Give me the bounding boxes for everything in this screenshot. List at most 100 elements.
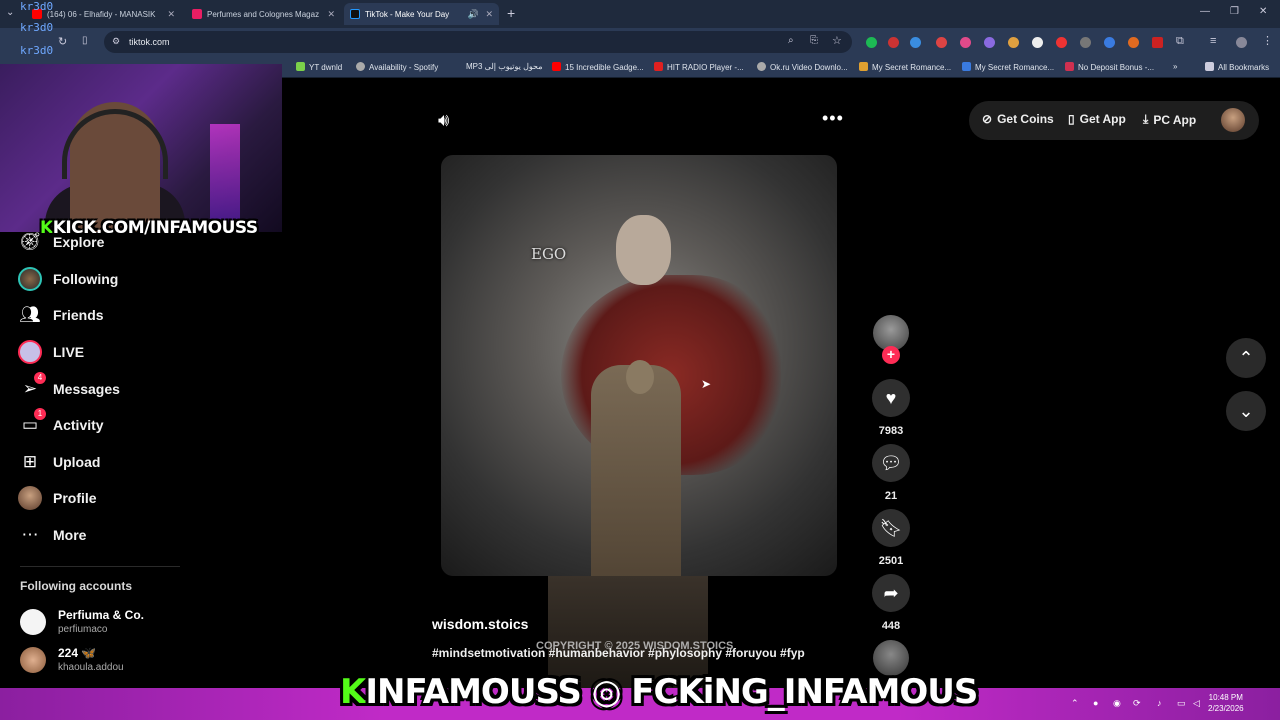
rgb-light — [210, 124, 240, 224]
microphone-icon[interactable]: ♪ — [1157, 698, 1162, 708]
heart-icon: ♥ — [872, 379, 910, 417]
network-icon[interactable]: ▭ — [1177, 698, 1186, 709]
extension-icon[interactable] — [1056, 37, 1067, 48]
tray-chevron-icon[interactable]: ⌃ — [1071, 698, 1079, 709]
extension-icon[interactable] — [888, 37, 899, 48]
phone-icon: ▯ — [1068, 112, 1075, 126]
tray-app-icon[interactable]: ⟳ — [1133, 698, 1141, 709]
tab-label: (164) 06 - Elhafidy - MANASIK — [47, 9, 156, 19]
header-profile-avatar[interactable] — [1221, 108, 1245, 132]
url-text[interactable]: tiktok.com — [129, 37, 170, 47]
sidebar-toggle-icon[interactable]: ▯ — [82, 35, 88, 46]
bookmark-item[interactable]: HIT RADIO Player -... — [654, 62, 744, 72]
extension-icon[interactable] — [1152, 37, 1163, 48]
bookmark-item[interactable]: Availability - Spotify — [356, 62, 438, 72]
sidebar-item-explore[interactable]: 🧭︎ Explore — [16, 228, 104, 256]
discord-icon[interactable]: ◉ — [1113, 698, 1121, 709]
globe-icon — [757, 62, 766, 71]
bookmark-item[interactable]: No Deposit Bonus -... — [1065, 62, 1154, 72]
pc-app-label: PC App — [1153, 112, 1197, 127]
reload-icon[interactable]: ↻ — [58, 35, 67, 48]
extension-icon[interactable] — [1008, 37, 1019, 48]
extension-icon[interactable] — [960, 37, 971, 48]
extension-icon[interactable] — [1032, 37, 1043, 48]
reading-list-icon[interactable]: ≡ — [1210, 35, 1216, 47]
extensions-puzzle-icon[interactable]: ⧉ — [1176, 35, 1184, 48]
youtube-icon — [552, 62, 561, 71]
volume-tray-icon[interactable]: ◁ — [1193, 698, 1200, 709]
profile-avatar-icon[interactable] — [1236, 37, 1247, 48]
extension-icon[interactable] — [936, 37, 947, 48]
maximize-icon[interactable]: ❐ — [1230, 6, 1239, 17]
bookmark-item[interactable]: MP3 محول يوتيوب إلى — [466, 62, 543, 71]
bookmark-item[interactable]: YT dwnld — [296, 62, 342, 72]
perfume-favicon-icon — [192, 9, 202, 19]
all-bookmarks[interactable]: All Bookmarks — [1205, 62, 1269, 72]
following-account-item[interactable]: Perfiuma & Co. perfiumaco — [20, 608, 144, 635]
extension-icon[interactable] — [1128, 37, 1139, 48]
menu-kebab-icon[interactable]: ⋮ — [1262, 34, 1273, 47]
sidebar-item-upload[interactable]: ⊞ Upload — [16, 448, 101, 476]
kr3d0-text: kr3d0 — [20, 21, 54, 34]
comment-button[interactable]: 💬︎ 21 — [871, 444, 911, 502]
close-icon[interactable]: ✕ — [327, 9, 335, 20]
like-button[interactable]: ♥ 7983 — [871, 379, 911, 437]
close-icon[interactable]: ✕ — [167, 9, 175, 20]
following-account-item[interactable]: 224 🦋 khaoula.addou — [20, 646, 124, 673]
new-tab-button[interactable]: + — [507, 5, 515, 21]
zoom-icon[interactable]: ⌕ — [788, 35, 794, 46]
profile-avatar-icon — [16, 484, 44, 512]
extension-icon[interactable] — [984, 37, 995, 48]
more-options-icon[interactable]: ••• — [822, 108, 844, 129]
sidebar-item-live[interactable]: LIVE — [16, 338, 84, 366]
previous-video-button[interactable]: ⌃ — [1226, 338, 1266, 378]
clock-date: 2/23/2026 — [1208, 704, 1244, 713]
sidebar-divider — [20, 566, 180, 567]
sidebar-item-friends[interactable]: 👥︎ Friends — [16, 301, 103, 329]
video-player[interactable]: EGO — [441, 155, 837, 576]
sidebar-item-more[interactable]: ⋯ More — [16, 521, 87, 549]
bookmark-site-icon — [962, 62, 971, 71]
close-window-icon[interactable]: ✕ — [1259, 6, 1267, 17]
close-icon[interactable]: ✕ — [485, 9, 493, 20]
account-avatar — [20, 608, 46, 635]
tab-search-icon[interactable]: ⌄ — [6, 7, 14, 18]
extension-icon[interactable] — [866, 37, 877, 48]
get-coins-button[interactable]: ⊘ Get Coins — [982, 112, 1054, 126]
sidebar-item-messages[interactable]: ➢ 4 Messages — [16, 372, 120, 403]
video-hashtags[interactable]: #mindsetmotivation #humanbehavior #phylo… — [432, 646, 805, 660]
omnibox[interactable]: ⚙ tiktok.com ⌕ ⎘ ☆ — [104, 31, 852, 53]
bookmark-item[interactable]: My Secret Romance... — [859, 62, 951, 72]
site-info-icon[interactable]: ⚙ — [112, 36, 120, 47]
tray-app-icon[interactable]: ● — [1093, 698, 1098, 708]
sidebar-item-profile[interactable]: Profile — [16, 484, 97, 512]
extension-icon[interactable] — [1080, 37, 1091, 48]
get-app-button[interactable]: ▯ Get App — [1068, 112, 1126, 126]
bookmark-item[interactable]: Ok.ru Video Downlo... — [757, 62, 848, 72]
taskbar-clock[interactable]: 10:48 PM 2/23/2026 — [1208, 692, 1244, 714]
video-author[interactable]: wisdom.stoics — [432, 616, 528, 632]
next-video-avatar[interactable] — [873, 640, 909, 676]
follow-plus-icon[interactable]: + — [882, 346, 900, 364]
speaker-icon[interactable]: 🔊 — [468, 9, 479, 20]
tab-tiktok[interactable]: TikTok - Make Your Day 🔊 ✕ — [344, 3, 499, 25]
following-accounts-heading: Following accounts — [20, 579, 133, 593]
bookmarks-overflow-icon[interactable]: » — [1173, 62, 1177, 71]
volume-icon[interactable]: 🔊︎ — [438, 110, 449, 131]
tab-perfumes[interactable]: Perfumes and Colognes Magaz ✕ — [186, 3, 341, 25]
bookmark-star-icon[interactable]: ☆ — [832, 34, 842, 47]
minimize-icon[interactable]: — — [1200, 6, 1210, 17]
install-icon[interactable]: ⎘ — [810, 35, 818, 46]
share-button[interactable]: ➦ 448 — [871, 574, 911, 632]
pc-app-button[interactable]: ⤓ PC App — [1143, 112, 1196, 127]
sidebar-item-label: Activity — [53, 417, 104, 433]
sidebar-item-activity[interactable]: ▭ 1 Activity — [16, 408, 104, 439]
extension-icon[interactable] — [1104, 37, 1115, 48]
sidebar-item-following[interactable]: Following — [16, 265, 118, 293]
next-video-button[interactable]: ⌄ — [1226, 391, 1266, 431]
globe-icon — [356, 62, 365, 71]
bookmark-item[interactable]: My Secret Romance... — [962, 62, 1054, 72]
bookmark-item[interactable]: 15 Incredible Gadge... — [552, 62, 644, 72]
extension-icon[interactable] — [910, 37, 921, 48]
save-button[interactable]: 🔖︎ 2501 — [871, 509, 911, 567]
